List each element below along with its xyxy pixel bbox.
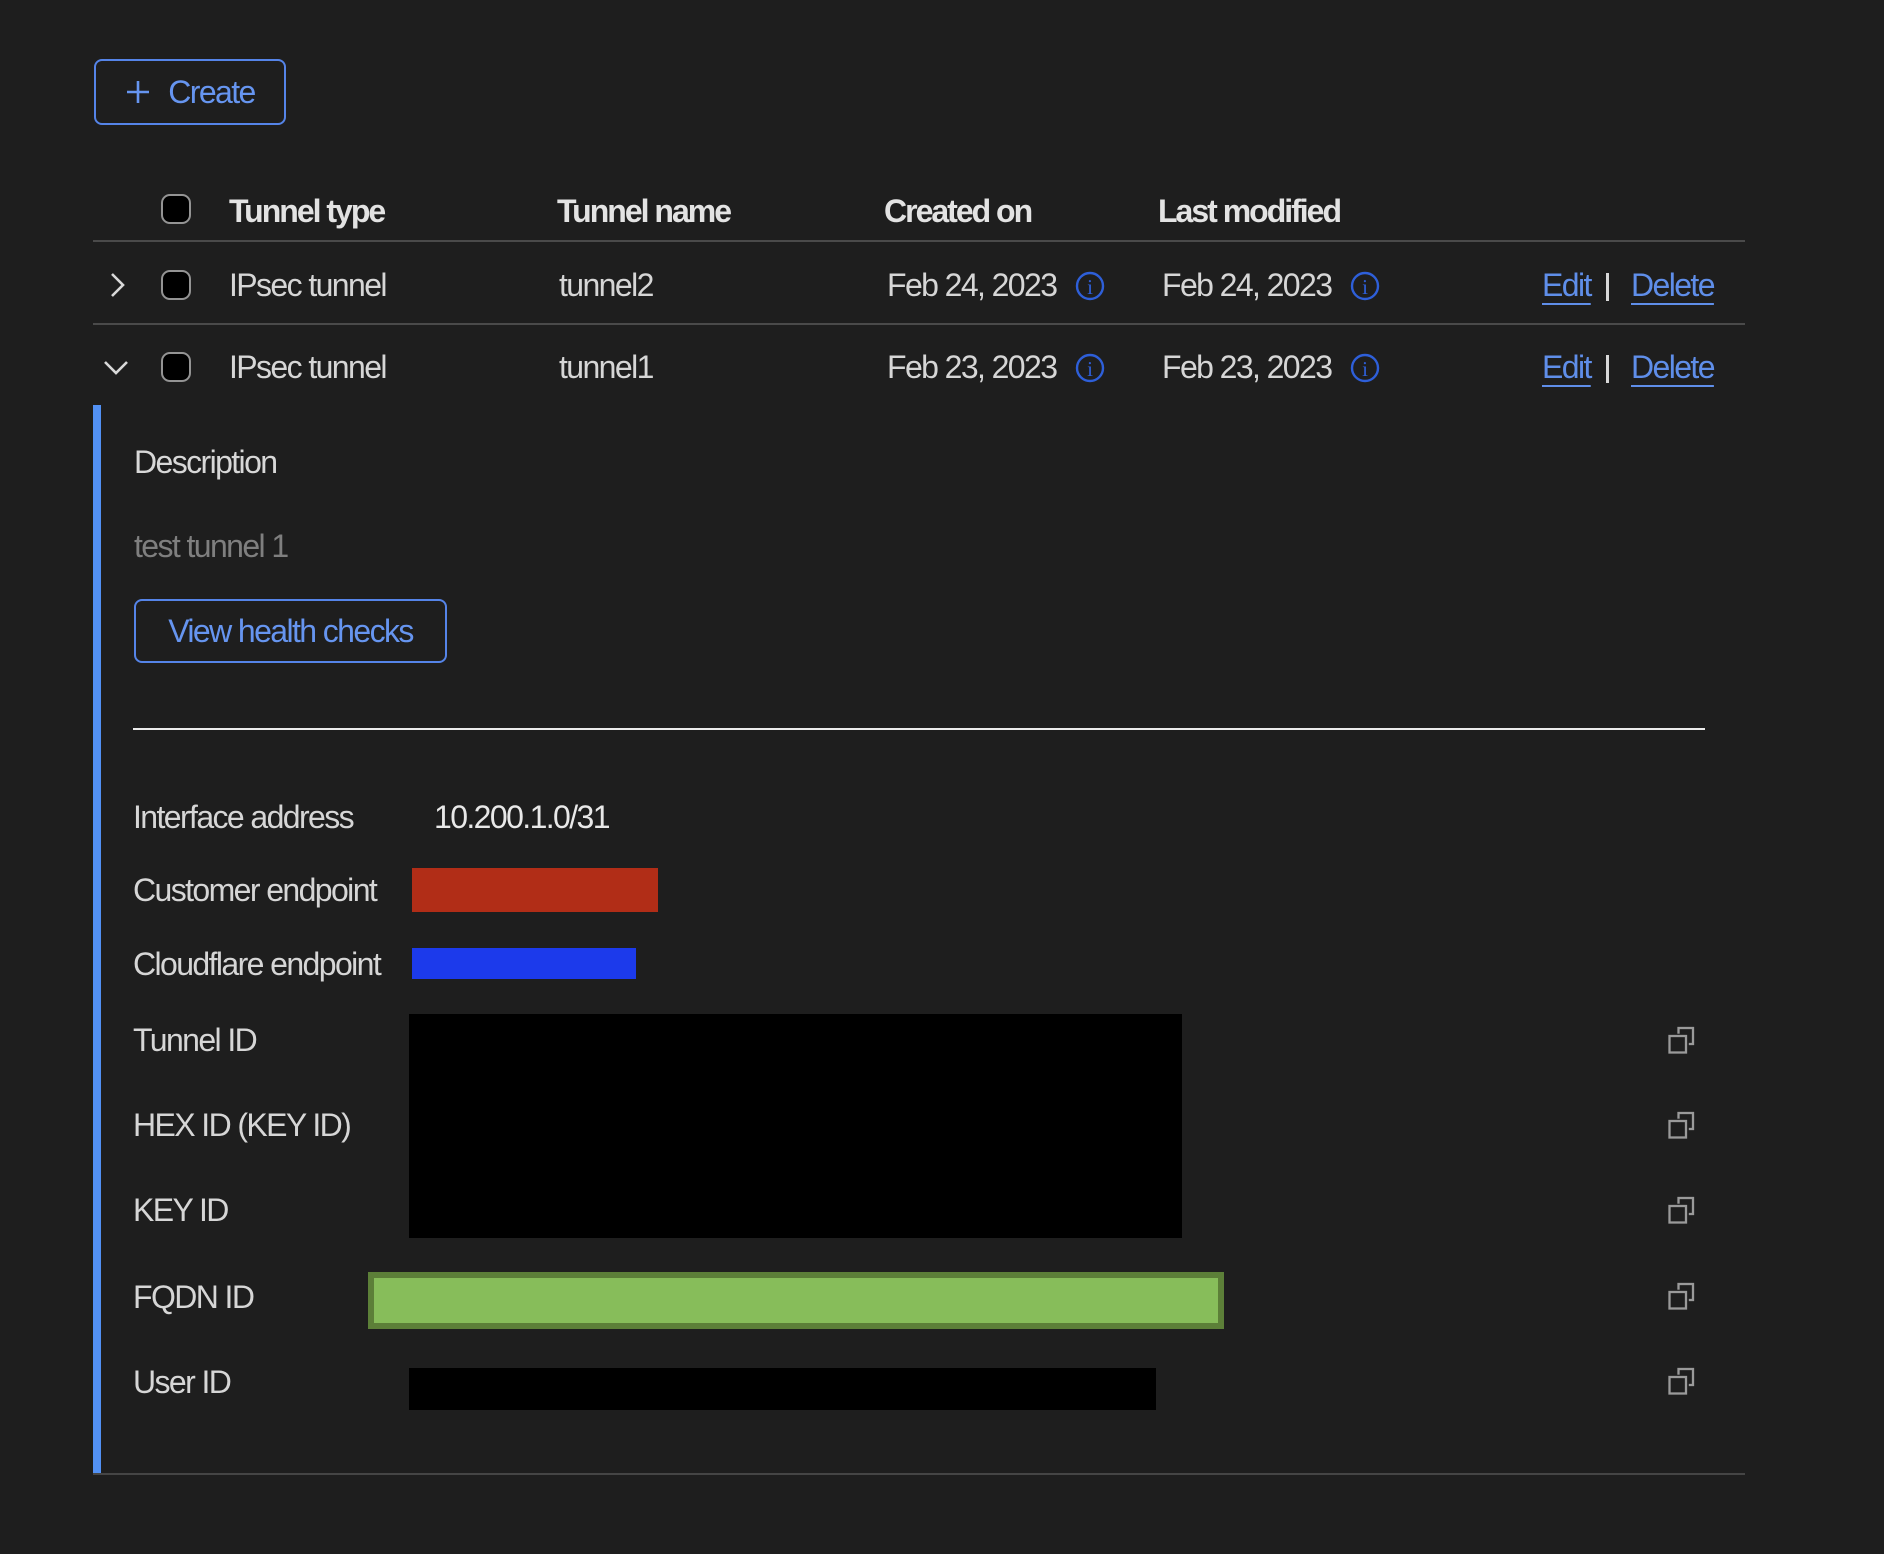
svg-text:i: i: [1362, 357, 1368, 381]
svg-text:i: i: [1087, 357, 1093, 381]
svg-text:i: i: [1362, 275, 1368, 299]
svg-text:i: i: [1087, 275, 1093, 299]
